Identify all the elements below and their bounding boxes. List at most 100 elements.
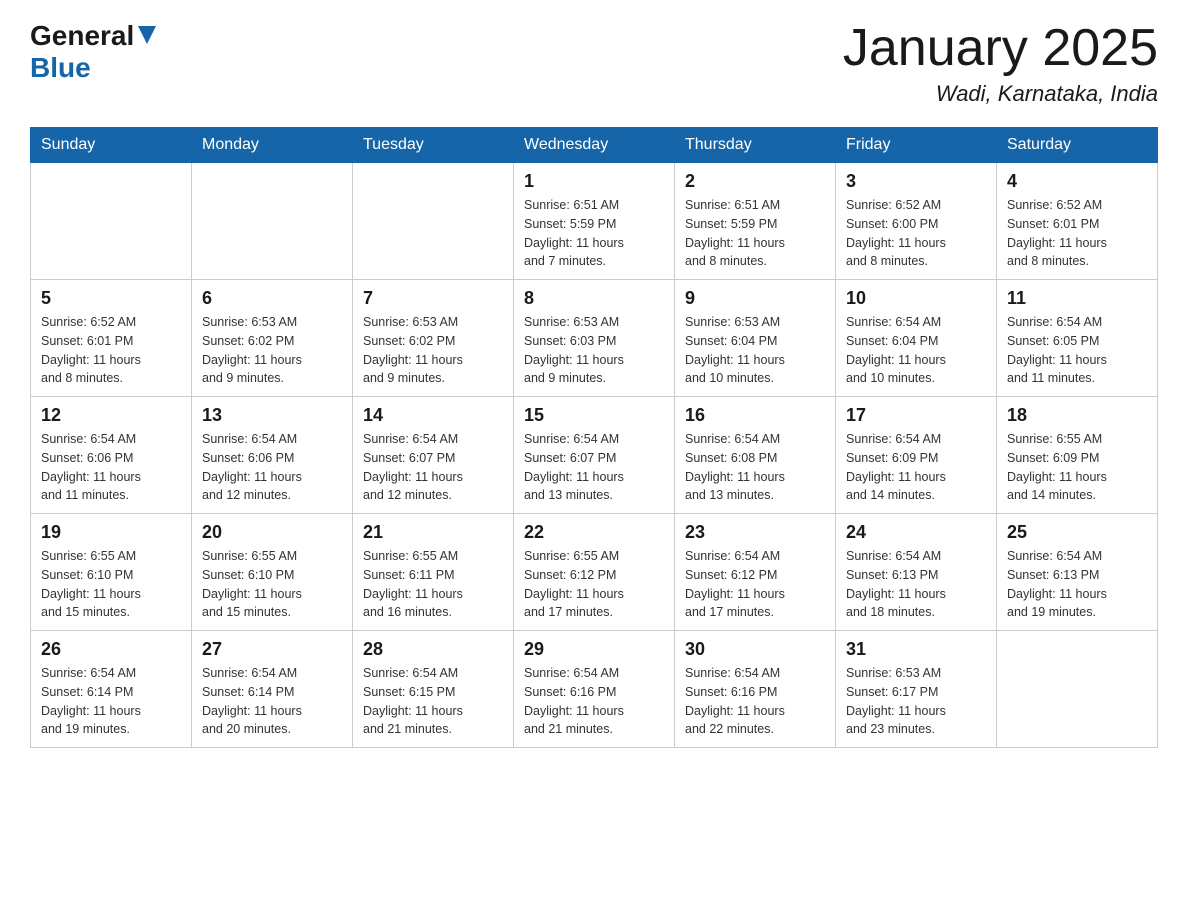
calendar-week-row: 1 Sunrise: 6:51 AM Sunset: 5:59 PM Daylig… [31, 163, 1158, 280]
day-number: 12 [41, 405, 181, 426]
page-header: General Blue January 2025 Wadi, Karnatak… [30, 20, 1158, 107]
day-info: Sunrise: 6:51 AM Sunset: 5:59 PM Dayligh… [524, 196, 664, 271]
calendar-cell: 6 Sunrise: 6:53 AM Sunset: 6:02 PM Daylig… [192, 280, 353, 397]
day-info: Sunrise: 6:55 AM Sunset: 6:12 PM Dayligh… [524, 547, 664, 622]
day-info: Sunrise: 6:54 AM Sunset: 6:07 PM Dayligh… [524, 430, 664, 505]
calendar-cell: 17 Sunrise: 6:54 AM Sunset: 6:09 PM Dayli… [836, 397, 997, 514]
logo-blue-text: Blue [30, 52, 91, 83]
day-info: Sunrise: 6:55 AM Sunset: 6:11 PM Dayligh… [363, 547, 503, 622]
day-number: 3 [846, 171, 986, 192]
weekday-header: Thursday [675, 128, 836, 163]
day-info: Sunrise: 6:54 AM Sunset: 6:08 PM Dayligh… [685, 430, 825, 505]
day-info: Sunrise: 6:53 AM Sunset: 6:17 PM Dayligh… [846, 664, 986, 739]
day-number: 9 [685, 288, 825, 309]
day-info: Sunrise: 6:54 AM Sunset: 6:06 PM Dayligh… [202, 430, 342, 505]
day-number: 24 [846, 522, 986, 543]
calendar-cell: 24 Sunrise: 6:54 AM Sunset: 6:13 PM Dayli… [836, 514, 997, 631]
day-number: 27 [202, 639, 342, 660]
calendar-cell [997, 631, 1158, 748]
day-info: Sunrise: 6:54 AM Sunset: 6:12 PM Dayligh… [685, 547, 825, 622]
day-info: Sunrise: 6:54 AM Sunset: 6:04 PM Dayligh… [846, 313, 986, 388]
calendar-cell: 10 Sunrise: 6:54 AM Sunset: 6:04 PM Dayli… [836, 280, 997, 397]
day-info: Sunrise: 6:55 AM Sunset: 6:10 PM Dayligh… [41, 547, 181, 622]
day-number: 20 [202, 522, 342, 543]
day-info: Sunrise: 6:54 AM Sunset: 6:13 PM Dayligh… [846, 547, 986, 622]
day-info: Sunrise: 6:54 AM Sunset: 6:15 PM Dayligh… [363, 664, 503, 739]
calendar-cell: 23 Sunrise: 6:54 AM Sunset: 6:12 PM Dayli… [675, 514, 836, 631]
calendar-cell: 22 Sunrise: 6:55 AM Sunset: 6:12 PM Dayli… [514, 514, 675, 631]
logo-arrow-icon [138, 26, 156, 49]
calendar-table: SundayMondayTuesdayWednesdayThursdayFrid… [30, 127, 1158, 748]
day-number: 6 [202, 288, 342, 309]
day-info: Sunrise: 6:51 AM Sunset: 5:59 PM Dayligh… [685, 196, 825, 271]
weekday-header-row: SundayMondayTuesdayWednesdayThursdayFrid… [31, 128, 1158, 163]
calendar-cell: 30 Sunrise: 6:54 AM Sunset: 6:16 PM Dayli… [675, 631, 836, 748]
day-number: 18 [1007, 405, 1147, 426]
day-info: Sunrise: 6:53 AM Sunset: 6:02 PM Dayligh… [363, 313, 503, 388]
calendar-cell [31, 163, 192, 280]
weekday-header: Sunday [31, 128, 192, 163]
day-number: 19 [41, 522, 181, 543]
day-number: 17 [846, 405, 986, 426]
day-number: 31 [846, 639, 986, 660]
day-number: 23 [685, 522, 825, 543]
calendar-cell: 11Sunrise: 6:54 AM Sunset: 6:05 PM Dayli… [997, 280, 1158, 397]
day-number: 2 [685, 171, 825, 192]
calendar-cell: 26 Sunrise: 6:54 AM Sunset: 6:14 PM Dayli… [31, 631, 192, 748]
calendar-cell: 27 Sunrise: 6:54 AM Sunset: 6:14 PM Dayli… [192, 631, 353, 748]
calendar-cell: 21Sunrise: 6:55 AM Sunset: 6:11 PM Dayli… [353, 514, 514, 631]
weekday-header: Wednesday [514, 128, 675, 163]
day-info: Sunrise: 6:54 AM Sunset: 6:16 PM Dayligh… [685, 664, 825, 739]
day-number: 4 [1007, 171, 1147, 192]
calendar-cell: 7 Sunrise: 6:53 AM Sunset: 6:02 PM Daylig… [353, 280, 514, 397]
day-info: Sunrise: 6:52 AM Sunset: 6:00 PM Dayligh… [846, 196, 986, 271]
day-number: 10 [846, 288, 986, 309]
calendar-cell [192, 163, 353, 280]
calendar-cell: 18 Sunrise: 6:55 AM Sunset: 6:09 PM Dayli… [997, 397, 1158, 514]
location-title: Wadi, Karnataka, India [843, 81, 1158, 107]
day-info: Sunrise: 6:53 AM Sunset: 6:03 PM Dayligh… [524, 313, 664, 388]
day-info: Sunrise: 6:54 AM Sunset: 6:13 PM Dayligh… [1007, 547, 1147, 622]
logo-general-text: General [30, 20, 134, 52]
calendar-cell: 1 Sunrise: 6:51 AM Sunset: 5:59 PM Daylig… [514, 163, 675, 280]
day-number: 15 [524, 405, 664, 426]
title-area: January 2025 Wadi, Karnataka, India [843, 20, 1158, 107]
day-info: Sunrise: 6:55 AM Sunset: 6:09 PM Dayligh… [1007, 430, 1147, 505]
calendar-cell: 15 Sunrise: 6:54 AM Sunset: 6:07 PM Dayli… [514, 397, 675, 514]
calendar-cell: 31 Sunrise: 6:53 AM Sunset: 6:17 PM Dayli… [836, 631, 997, 748]
day-info: Sunrise: 6:52 AM Sunset: 6:01 PM Dayligh… [41, 313, 181, 388]
day-number: 16 [685, 405, 825, 426]
day-number: 8 [524, 288, 664, 309]
day-info: Sunrise: 6:54 AM Sunset: 6:07 PM Dayligh… [363, 430, 503, 505]
calendar-week-row: 19 Sunrise: 6:55 AM Sunset: 6:10 PM Dayli… [31, 514, 1158, 631]
calendar-cell: 5Sunrise: 6:52 AM Sunset: 6:01 PM Daylig… [31, 280, 192, 397]
day-info: Sunrise: 6:54 AM Sunset: 6:06 PM Dayligh… [41, 430, 181, 505]
day-number: 26 [41, 639, 181, 660]
day-info: Sunrise: 6:54 AM Sunset: 6:14 PM Dayligh… [41, 664, 181, 739]
day-number: 11 [1007, 288, 1147, 309]
weekday-header: Saturday [997, 128, 1158, 163]
day-number: 30 [685, 639, 825, 660]
calendar-cell: 3 Sunrise: 6:52 AM Sunset: 6:00 PM Daylig… [836, 163, 997, 280]
calendar-cell: 2 Sunrise: 6:51 AM Sunset: 5:59 PM Daylig… [675, 163, 836, 280]
calendar-cell: 25 Sunrise: 6:54 AM Sunset: 6:13 PM Dayli… [997, 514, 1158, 631]
day-number: 25 [1007, 522, 1147, 543]
weekday-header: Tuesday [353, 128, 514, 163]
day-number: 13 [202, 405, 342, 426]
day-info: Sunrise: 6:54 AM Sunset: 6:09 PM Dayligh… [846, 430, 986, 505]
calendar-week-row: 5Sunrise: 6:52 AM Sunset: 6:01 PM Daylig… [31, 280, 1158, 397]
calendar-cell: 28Sunrise: 6:54 AM Sunset: 6:15 PM Dayli… [353, 631, 514, 748]
calendar-cell: 8 Sunrise: 6:53 AM Sunset: 6:03 PM Daylig… [514, 280, 675, 397]
day-info: Sunrise: 6:54 AM Sunset: 6:14 PM Dayligh… [202, 664, 342, 739]
calendar-cell: 13 Sunrise: 6:54 AM Sunset: 6:06 PM Dayli… [192, 397, 353, 514]
weekday-header: Friday [836, 128, 997, 163]
calendar-cell: 20Sunrise: 6:55 AM Sunset: 6:10 PM Dayli… [192, 514, 353, 631]
day-number: 22 [524, 522, 664, 543]
day-info: Sunrise: 6:54 AM Sunset: 6:16 PM Dayligh… [524, 664, 664, 739]
day-number: 1 [524, 171, 664, 192]
calendar-cell: 12 Sunrise: 6:54 AM Sunset: 6:06 PM Dayli… [31, 397, 192, 514]
weekday-header: Monday [192, 128, 353, 163]
calendar-cell [353, 163, 514, 280]
day-info: Sunrise: 6:53 AM Sunset: 6:02 PM Dayligh… [202, 313, 342, 388]
day-number: 7 [363, 288, 503, 309]
